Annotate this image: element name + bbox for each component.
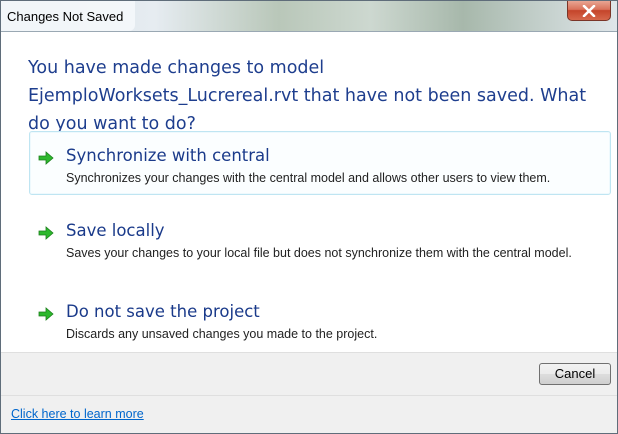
main-content: You have made changes to model EjemploWo… — [1, 32, 617, 352]
green-arrow-icon — [38, 306, 54, 322]
command-title: Save locally — [66, 221, 165, 240]
button-strip: Cancel — [1, 352, 617, 395]
command-description: Discards any unsaved changes you made to… — [66, 327, 378, 341]
command-description: Synchronizes your changes with the centr… — [66, 171, 551, 185]
close-x-icon — [582, 4, 596, 17]
command-synchronize-with-central[interactable]: Synchronize with central Synchronizes yo… — [29, 131, 611, 195]
title-tab: Changes Not Saved — [1, 1, 136, 31]
main-instruction: You have made changes to model EjemploWo… — [28, 58, 587, 134]
command-title: Synchronize with central — [66, 146, 270, 165]
learn-more-link[interactable]: Click here to learn more — [11, 407, 144, 421]
command-title: Do not save the project — [66, 302, 260, 321]
window-title: Changes Not Saved — [7, 8, 124, 24]
green-arrow-icon — [38, 225, 54, 241]
task-dialog: Changes Not Saved You have made changes … — [0, 0, 618, 434]
footer: Click here to learn more — [1, 395, 617, 433]
green-arrow-icon — [38, 150, 54, 166]
close-button[interactable] — [567, 1, 611, 21]
command-do-not-save[interactable]: Do not save the project Discards any uns… — [29, 287, 611, 343]
command-save-locally[interactable]: Save locally Saves your changes to your … — [29, 206, 611, 282]
cancel-button[interactable]: Cancel — [539, 363, 611, 385]
title-bar[interactable]: Changes Not Saved — [1, 1, 617, 32]
command-description: Saves your changes to your local file bu… — [66, 246, 572, 260]
